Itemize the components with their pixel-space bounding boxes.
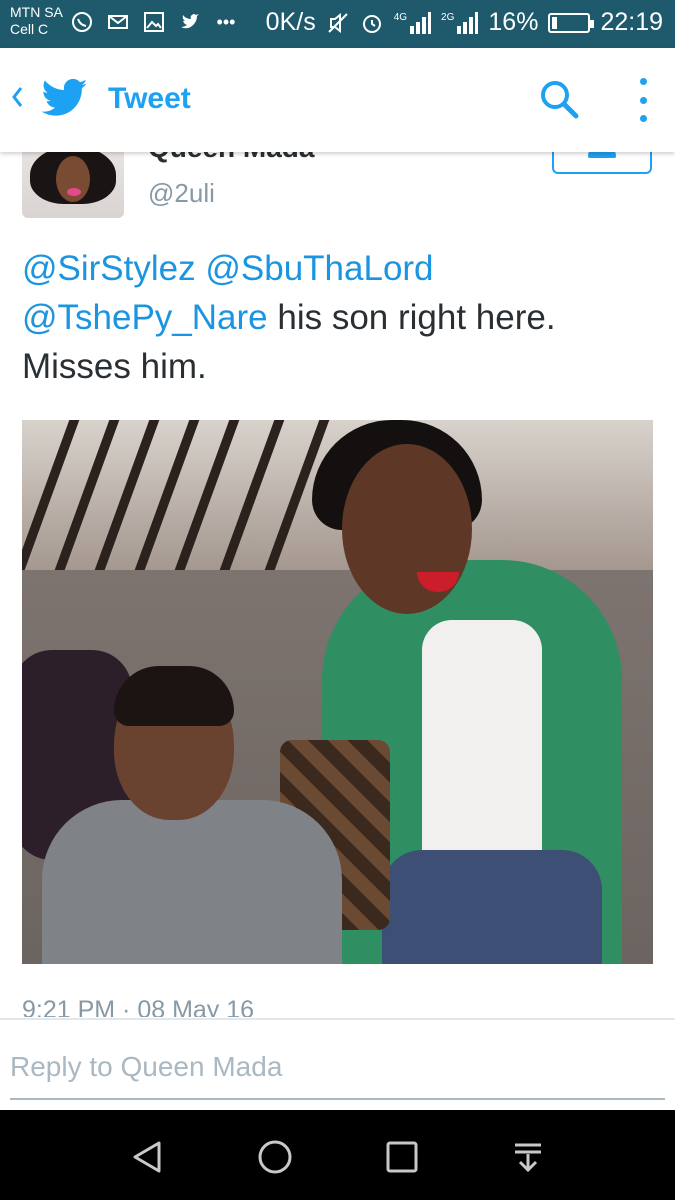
status-right: 0K/s 4G 2G 16% 22:19 — [266, 8, 663, 37]
battery-percent: 16% — [488, 8, 539, 36]
system-nav-bar — [0, 1110, 675, 1200]
circle-home-icon — [258, 1140, 292, 1174]
battery-icon — [548, 12, 595, 33]
avatar[interactable] — [22, 152, 124, 218]
reply-bar — [0, 1018, 675, 1110]
carrier-info: MTN SA Cell C — [10, 4, 63, 38]
overflow-dot-icon — [639, 115, 647, 122]
more-dots-icon: ••• — [216, 11, 236, 32]
overflow-dot-icon — [639, 96, 647, 104]
nav-back-button[interactable] — [127, 1137, 167, 1177]
notification-icons: ••• — [70, 10, 238, 34]
signal-bars-icon — [410, 11, 432, 34]
tweet-timestamp: 9:21 PM · 08 May 16 — [22, 996, 255, 1017]
messages-icon — [106, 10, 130, 34]
twitter-logo-icon — [42, 78, 88, 116]
alarm-icon — [362, 14, 381, 33]
tweet-detail: Queen Mada @2uli @SirStylez @SbuThaLord … — [0, 152, 675, 1017]
overflow-dot-icon — [639, 78, 647, 85]
gallery-icon — [142, 10, 166, 34]
follow-button[interactable] — [552, 152, 652, 174]
triangle-back-icon — [133, 1141, 161, 1173]
carrier-name-secondary: Cell C — [10, 21, 49, 37]
battery-fill — [552, 16, 558, 29]
nav-notification-pull-button[interactable] — [508, 1137, 548, 1177]
mention-link[interactable]: @SirStylez — [22, 249, 196, 288]
page-title: Tweet — [108, 82, 191, 115]
tweet-photo[interactable] — [22, 420, 653, 964]
app-bar: Tweet — [0, 48, 675, 152]
author-name[interactable]: Queen Mada — [148, 152, 314, 164]
carrier-name-primary: MTN SA — [10, 4, 63, 20]
signal-4g: 4G — [394, 11, 432, 34]
nav-recents-button[interactable] — [382, 1137, 422, 1177]
nav-home-button[interactable] — [255, 1137, 295, 1177]
tweet-text: @SirStylez @SbuThaLord @TshePy_Nare his … — [22, 244, 652, 391]
signal-bars-icon — [457, 11, 479, 34]
author-handle[interactable]: @2uli — [148, 178, 215, 209]
whatsapp-icon — [70, 10, 94, 34]
reply-input[interactable] — [10, 1036, 665, 1100]
net-speed: 0K/s — [265, 8, 316, 36]
chevron-left-icon — [12, 87, 23, 107]
status-bar: MTN SA Cell C ••• 0K/s 4G 2G 16% 22:19 — [0, 0, 675, 48]
mute-icon — [327, 12, 348, 33]
search-icon — [541, 81, 579, 119]
twitter-icon — [178, 10, 202, 34]
overflow-menu-button[interactable] — [632, 78, 654, 122]
square-recents-icon — [386, 1141, 418, 1173]
clock: 22:19 — [600, 8, 663, 36]
pull-down-icon — [515, 1143, 541, 1173]
mention-link[interactable]: @TshePy_Nare — [22, 298, 268, 337]
search-button[interactable] — [538, 78, 580, 125]
signal-2g: 2G — [441, 11, 479, 34]
mention-link[interactable]: @SbuThaLord — [205, 249, 433, 288]
back-button[interactable] — [10, 84, 24, 118]
